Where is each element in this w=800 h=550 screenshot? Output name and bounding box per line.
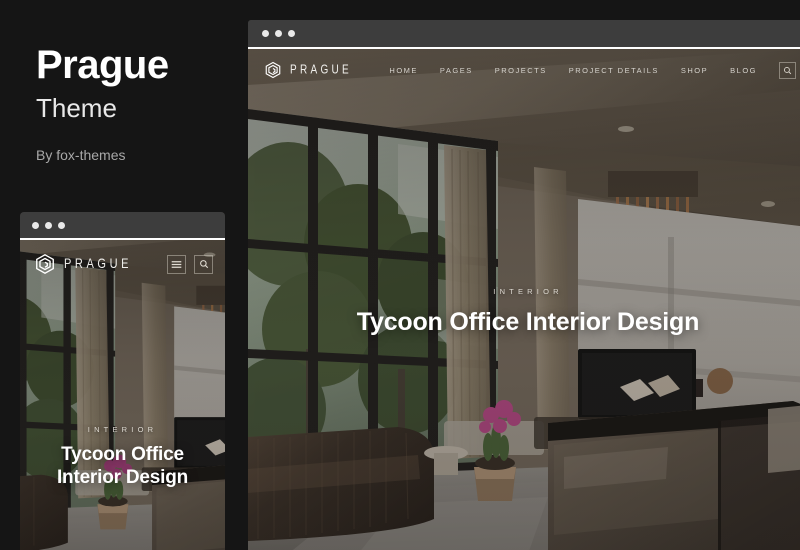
page-subtitle: Theme	[36, 93, 117, 123]
window-dot-2[interactable]	[275, 30, 282, 37]
desktop-search-button[interactable]	[779, 61, 796, 79]
desktop-preview-window: PRAGUE HOME PAGES PROJECTS PROJECT DETAI…	[248, 20, 800, 550]
nav-item-home[interactable]: HOME	[389, 66, 418, 75]
mobile-window-dot-2[interactable]	[45, 221, 52, 229]
hamburger-menu-icon	[171, 260, 182, 268]
nav-item-projects[interactable]: PROJECTS	[495, 66, 547, 75]
nav-item-pages[interactable]: PAGES	[440, 66, 473, 75]
nav-item-shop[interactable]: SHOP	[681, 66, 708, 75]
page-title: Prague	[36, 43, 169, 87]
desktop-hero: INTERIOR Tycoon Office Interior Design	[248, 287, 800, 337]
mobile-menu-button[interactable]	[167, 254, 186, 274]
mobile-hero-eyebrow: INTERIOR	[87, 425, 158, 434]
mobile-titlebar	[20, 212, 225, 238]
nav-item-blog[interactable]: BLOG	[730, 66, 757, 75]
nav-item-project-details[interactable]: PROJECT DETAILS	[569, 66, 659, 75]
theme-info-panel: Prague Theme By fox-themes	[36, 44, 236, 163]
window-controls[interactable]	[262, 30, 295, 37]
desktop-navbar: PRAGUE HOME PAGES PROJECTS PROJECT DETAI…	[248, 49, 800, 91]
mobile-preview-window: PRAGUE INTERIOR Tycoon Office Interior D…	[20, 212, 225, 550]
search-cart-icon	[199, 260, 208, 269]
mobile-search-button[interactable]	[194, 254, 213, 274]
hexagon-layers-logo-icon	[36, 254, 54, 274]
mobile-navbar: PRAGUE	[20, 240, 225, 288]
hero-eyebrow: INTERIOR	[493, 287, 563, 296]
theme-author: By fox-themes	[36, 146, 126, 163]
screenshot-stage: Prague Theme By fox-themes PRAGUE HOME P…	[0, 0, 800, 550]
window-dot-3[interactable]	[288, 30, 295, 37]
desktop-nav-menu: HOME PAGES PROJECTS PROJECT DETAILS SHOP…	[389, 61, 796, 79]
desktop-titlebar	[248, 20, 800, 47]
site-logo-text: PRAGUE	[290, 63, 353, 77]
hero-title: Tycoon Office Interior Design	[356, 308, 700, 336]
desktop-viewport: PRAGUE HOME PAGES PROJECTS PROJECT DETAI…	[248, 49, 800, 550]
mobile-site-logo[interactable]: PRAGUE	[34, 253, 132, 275]
mobile-window-controls[interactable]	[32, 221, 65, 229]
mobile-hero: INTERIOR Tycoon Office Interior Design	[30, 425, 215, 490]
mobile-viewport: PRAGUE INTERIOR Tycoon Office Interior D…	[20, 240, 225, 550]
mobile-site-logo-text: PRAGUE	[64, 256, 133, 272]
mobile-window-dot-3[interactable]	[58, 221, 65, 229]
mobile-hero-title: Tycoon Office Interior Design	[56, 444, 189, 488]
hexagon-layers-logo-icon	[265, 61, 281, 79]
mobile-window-dot-1[interactable]	[32, 221, 39, 229]
site-logo[interactable]: PRAGUE	[264, 61, 352, 79]
search-cart-icon	[784, 66, 792, 74]
mobile-nav-actions	[167, 254, 213, 274]
window-dot-1[interactable]	[262, 30, 269, 37]
